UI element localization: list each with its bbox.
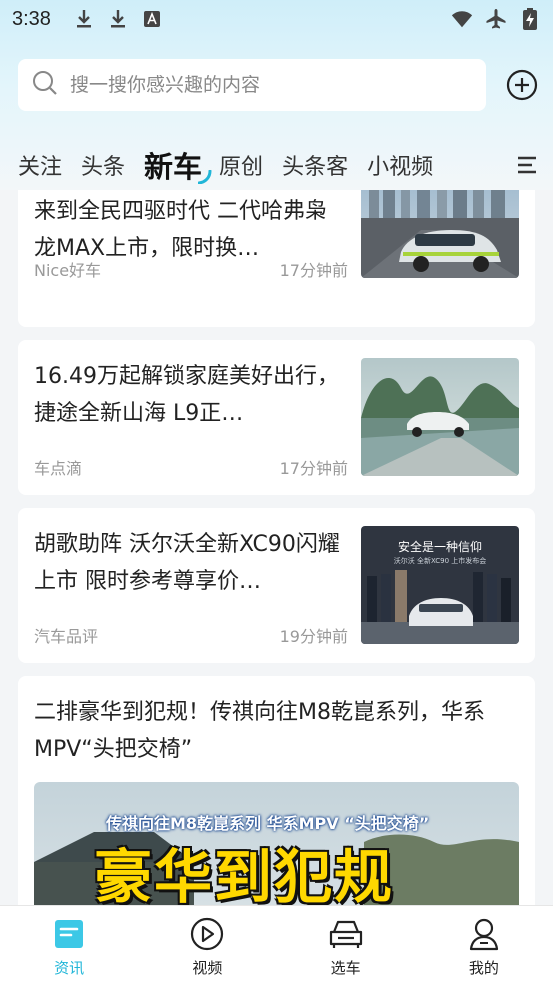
nav-item-video[interactable]: 视频 xyxy=(138,906,276,983)
add-button[interactable] xyxy=(506,69,538,101)
nav-label: 资讯 xyxy=(54,959,85,977)
image-headline-text: 豪华到犯规 xyxy=(94,843,395,905)
tab-new-cars[interactable]: 新车 xyxy=(144,144,212,186)
news-source: Nice好车 xyxy=(34,261,102,280)
news-time: 17分钟前 xyxy=(279,261,348,280)
nav-label: 我的 xyxy=(468,959,499,977)
news-card[interactable]: 胡歌助阵 沃尔沃全新XC90闪耀上市 限时参考尊享价… 汽车品评 19分钟前 安… xyxy=(18,508,535,663)
play-video-icon xyxy=(189,916,225,952)
battery-charging-icon xyxy=(519,8,541,30)
tab-headlines[interactable]: 头条 xyxy=(81,149,125,181)
news-time: 19分钟前 xyxy=(279,627,348,646)
download-icon xyxy=(73,8,95,30)
news-title: 二排豪华到犯规！传祺向往M8乾崑系列，华系MPV“头把交椅” xyxy=(34,700,485,762)
news-card[interactable]: 16.49万起解锁家庭美好出行， 捷途全新山海 L9正… 车点滴 17分钟前 xyxy=(18,340,535,495)
status-time: 3:38 xyxy=(12,7,51,30)
news-thumbnail: 安全是一种信仰 沃尔沃 全新XC90 上市发布会 xyxy=(361,526,519,644)
airplane-icon xyxy=(485,8,507,30)
plus-circle-icon xyxy=(506,69,538,101)
news-title: 来到全民四驱时代 二代哈弗枭龙MAX上市，限时换… xyxy=(34,199,327,261)
news-thumbnail xyxy=(361,190,519,278)
font-icon xyxy=(141,8,163,30)
search-input[interactable] xyxy=(70,74,450,96)
news-source: 车点滴 xyxy=(34,459,83,478)
tab-label: 新车 xyxy=(144,150,203,184)
active-tab-indicator xyxy=(198,170,212,184)
news-title: 16.49万起解锁家庭美好出行， 捷途全新山海 L9正… xyxy=(34,364,339,426)
tab-original[interactable]: 原创 xyxy=(219,149,263,181)
nav-item-select-car[interactable]: 选车 xyxy=(277,906,415,983)
news-thumbnail xyxy=(361,358,519,476)
news-meta: Nice好车 17分钟前 xyxy=(34,257,348,281)
bottom-nav: 资讯 视频 选车 我的 xyxy=(0,905,553,983)
download-icon xyxy=(107,8,129,30)
menu-icon[interactable] xyxy=(516,154,538,176)
news-card[interactable]: 二排豪华到犯规！传祺向往M8乾崑系列，华系MPV“头把交椅” 传祺向往M8乾崑系… xyxy=(18,676,535,905)
news-image: 传祺向往M8乾崑系列 华系MPV “头把交椅” 豪华到犯规 xyxy=(34,782,519,905)
tab-short-video[interactable]: 小视频 xyxy=(367,149,433,181)
news-meta: 车点滴 17分钟前 xyxy=(34,455,348,479)
news-feed: 来到全民四驱时代 二代哈弗枭龙MAX上市，限时换… Nice好车 17分钟前 1… xyxy=(18,190,535,905)
profile-icon xyxy=(466,916,502,952)
news-card[interactable]: 来到全民四驱时代 二代哈弗枭龙MAX上市，限时换… Nice好车 17分钟前 xyxy=(18,190,535,327)
news-icon xyxy=(51,916,87,952)
news-source: 汽车品评 xyxy=(34,627,99,646)
category-tabs: 关注 头条 新车 原创 头条客 小视频 xyxy=(18,140,538,190)
nav-item-profile[interactable]: 我的 xyxy=(415,906,553,983)
car-icon xyxy=(328,916,364,952)
nav-item-news[interactable]: 资讯 xyxy=(0,906,138,983)
wifi-icon xyxy=(451,8,473,30)
nav-label: 视频 xyxy=(192,959,223,977)
search-box[interactable] xyxy=(18,59,486,111)
nav-label: 选车 xyxy=(330,959,361,977)
tab-follow[interactable]: 关注 xyxy=(18,149,62,181)
search-row xyxy=(18,58,538,112)
status-bar: 3:38 xyxy=(0,0,553,38)
tab-creators[interactable]: 头条客 xyxy=(282,149,348,181)
search-icon xyxy=(32,70,58,100)
news-meta: 汽车品评 19分钟前 xyxy=(34,623,348,647)
news-time: 17分钟前 xyxy=(279,459,348,478)
news-title: 胡歌助阵 沃尔沃全新XC90闪耀上市 限时参考尊享价… xyxy=(34,532,340,594)
